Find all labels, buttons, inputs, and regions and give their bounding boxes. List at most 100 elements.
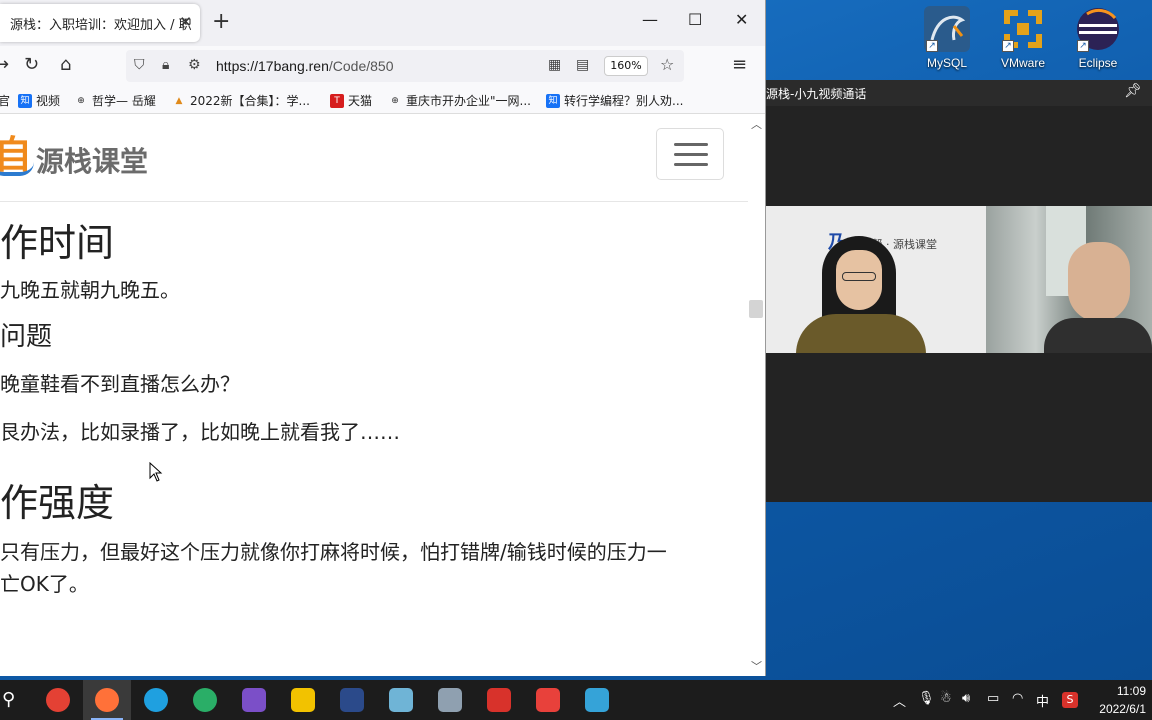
minimize-icon[interactable]: —	[642, 10, 658, 29]
wps-taskbar-button[interactable]	[475, 680, 523, 720]
system-clock[interactable]: 11:09 2022/6/1	[1099, 682, 1146, 718]
clock-date: 2022/6/1	[1099, 702, 1146, 716]
globe-icon: ⊕	[77, 95, 85, 106]
mysql-icon: ↗	[924, 6, 970, 52]
bookmark-item[interactable]: 知转行学编程？别人劝...	[546, 92, 683, 109]
maximize-icon[interactable]: ☐	[688, 10, 702, 29]
file-explorer-taskbar-button[interactable]	[279, 680, 327, 720]
home-icon[interactable]: ⌂	[60, 54, 71, 75]
ime-indicator[interactable]: 中	[1036, 691, 1049, 710]
wechat-taskbar-button[interactable]	[181, 680, 229, 720]
url-text[interactable]: https://17bang.ren/Code/850	[216, 58, 393, 74]
zhihu-icon: 知	[18, 93, 32, 108]
tab-title: 源栈：入职培训：欢迎加入 / 职	[10, 17, 192, 33]
hamburger-line	[674, 163, 708, 166]
hamburger-line	[674, 143, 708, 146]
bookmark-item[interactable]: ⊕ 哲学— 岳耀	[74, 92, 156, 109]
firefox-taskbar-button[interactable]	[83, 680, 131, 720]
shield-icon[interactable]: ⛉	[134, 57, 145, 73]
desktop-icon-label: VMware	[1000, 56, 1045, 70]
eclipse-icon: ↗	[1075, 6, 1121, 52]
visual-studio-taskbar-button[interactable]	[230, 680, 278, 720]
heading-work-time: 作时间	[0, 221, 115, 265]
globe-icon: ⊕	[391, 95, 399, 106]
bookmark-label: 视频	[36, 94, 61, 108]
vmware-shortcut[interactable]: ↗ VMware	[988, 6, 1058, 70]
visual-studio-icon	[242, 688, 266, 712]
desktop-icon-label: MySQL	[926, 56, 967, 70]
scrollbar-thumb[interactable]	[749, 300, 763, 318]
app-swirl-icon	[536, 688, 560, 712]
spt-icon	[340, 688, 364, 712]
zoom-level[interactable]: 160%	[604, 56, 648, 76]
bookmark-item[interactable]: ⊕ 重庆市开办企业"一网...	[388, 92, 531, 109]
tmall-icon: T	[330, 93, 344, 108]
permissions-icon[interactable]: ⚙	[188, 57, 201, 73]
wechat-icon	[193, 688, 217, 712]
scroll-down-icon[interactable]: ﹀	[751, 658, 762, 674]
bookmark-label: 哲学— 岳耀	[92, 94, 156, 108]
paragraph-answer: 艮办法，比如录播了，比如晚上就看我了……	[0, 420, 400, 444]
menu-icon[interactable]: ≡	[732, 54, 747, 75]
pin-icon[interactable]: 📌︎	[1124, 83, 1142, 99]
screen-tool-icon	[585, 688, 609, 712]
screen-tool-taskbar-button[interactable]	[573, 680, 621, 720]
volume-icon[interactable]: 🔊︎	[962, 691, 970, 706]
spt-taskbar-button[interactable]	[328, 680, 376, 720]
reader-view-icon[interactable]: ▤	[576, 57, 589, 73]
url-path: /Code/850	[328, 58, 394, 74]
wps-icon	[487, 688, 511, 712]
forward-icon[interactable]: →	[0, 54, 9, 75]
eclipse-shortcut[interactable]: ↗ Eclipse	[1063, 6, 1133, 70]
image-viewer-taskbar-button[interactable]	[426, 680, 474, 720]
zhihu-icon: 知	[546, 93, 560, 108]
browser-titlebar: 源栈：入职培训：欢迎加入 / 职 ✕ + — ☐ ✕	[0, 0, 765, 46]
chrome-taskbar-button[interactable]	[34, 680, 82, 720]
paragraph-work-time: 九晚五就朝九晚五。	[0, 278, 180, 302]
bookmark-item[interactable]: 官	[0, 92, 10, 109]
battery-icon[interactable]: ▭	[987, 691, 999, 706]
glasses	[842, 272, 876, 281]
bilibili-icon: ▲	[175, 95, 183, 106]
close-window-icon[interactable]: ✕	[735, 10, 748, 29]
video-feed-host[interactable]: 乃 一起帮 · 源栈课堂	[766, 206, 986, 353]
qq-icon[interactable]: ☃	[940, 691, 952, 706]
scroll-up-icon[interactable]: ︿	[751, 116, 762, 132]
bookmark-star-icon[interactable]: ☆	[660, 55, 674, 74]
browser-window: 源栈：入职培训：欢迎加入 / 职 ✕ + — ☐ ✕ → ↻ ⌂ ⛉ 🔒︎ ⚙ …	[0, 0, 766, 676]
tab-close-icon[interactable]: ✕	[179, 13, 192, 31]
taskbar: ⚲ ︿ 🎙︎ ☃ 🔊︎ ▭ ◠ 中 S 11:09 2022/6/1	[0, 680, 1152, 720]
heading-question: 问题	[0, 322, 53, 352]
browser-tab[interactable]: 源栈：入职培训：欢迎加入 / 职 ✕	[0, 4, 200, 42]
lock-icon[interactable]: 🔒︎	[162, 57, 169, 73]
page-scrollbar[interactable]: ︿ ﹀	[748, 114, 765, 676]
video-feed-guest[interactable]	[986, 206, 1152, 353]
wifi-icon[interactable]: ◠	[1012, 691, 1023, 706]
sogou-icon[interactable]: S	[1062, 692, 1078, 708]
new-tab-icon[interactable]: +	[212, 9, 230, 34]
desktop-icon-label: Eclipse	[1078, 56, 1118, 70]
qr-code-icon[interactable]: ▦	[548, 57, 561, 73]
app-swirl-taskbar-button[interactable]	[524, 680, 572, 720]
notepad-taskbar-button[interactable]	[377, 680, 425, 720]
bookmark-item[interactable]: ▲ 2022新【合集】：学...	[172, 92, 310, 109]
bookmark-item[interactable]: 知视频	[18, 92, 60, 109]
bookmark-item[interactable]: T 天猫	[330, 92, 372, 109]
bookmark-label: 天猫	[348, 94, 373, 108]
video-call-window: 乃 一起帮 · 源栈课堂	[766, 106, 1152, 502]
mysql-shortcut[interactable]: ↗ MySQL	[912, 6, 982, 70]
address-bar[interactable]: ⛉ 🔒︎ ⚙ https://17bang.ren/Code/850 ▦ ▤ 1…	[126, 50, 684, 82]
hamburger-menu-button[interactable]	[656, 128, 724, 180]
bookmark-label: 官	[0, 92, 10, 109]
site-logo-text[interactable]: 源栈课堂	[36, 140, 148, 180]
paragraph-intensity-line2: 亡OK了。	[0, 572, 89, 596]
microphone-icon[interactable]: 🎙︎	[918, 691, 935, 706]
show-hidden-icons-icon[interactable]: ︿	[893, 691, 906, 710]
vmware-icon: ↗	[1000, 6, 1046, 52]
notepad-icon	[389, 688, 413, 712]
paragraph-question: 晚童鞋看不到直播怎么办？	[0, 372, 240, 396]
reload-icon[interactable]: ↻	[24, 54, 39, 75]
edge-taskbar-button[interactable]	[132, 680, 180, 720]
search-icon[interactable]: ⚲	[2, 689, 15, 710]
person-face	[1068, 242, 1130, 322]
